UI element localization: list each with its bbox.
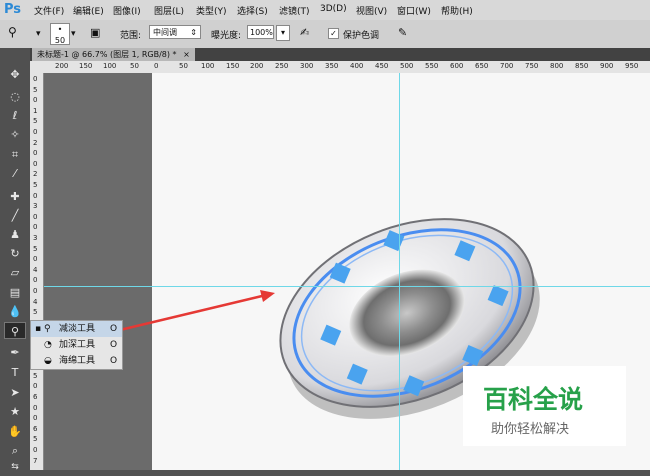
dodge-icon: ⚲: [44, 324, 51, 334]
flyout-item-label: 减淡工具: [59, 324, 96, 334]
flyout-item-sponge[interactable]: ◒ 海绵工具 O: [31, 353, 122, 369]
flyout-shortcut: O: [110, 356, 118, 366]
flyout-item-label: 海绵工具: [59, 356, 96, 366]
flyout-item-label: 加深工具: [59, 340, 96, 350]
sponge-icon: ◒: [44, 356, 52, 366]
tool-flyout-menu: ▪ ⚲ 减淡工具 O ◔ 加深工具 O ◒ 海绵工具 O: [30, 320, 123, 370]
watermark-tagline: 助你轻松解决: [491, 422, 570, 437]
burn-icon: ◔: [44, 340, 52, 350]
flyout-shortcut: O: [110, 324, 118, 334]
watermark-logo: 百科全说: [483, 385, 584, 414]
flyout-shortcut: O: [110, 340, 118, 350]
flyout-item-dodge[interactable]: ▪ ⚲ 减淡工具 O: [31, 321, 122, 337]
watermark: 百科全说 助你轻松解决: [463, 366, 626, 446]
flyout-item-burn[interactable]: ◔ 加深工具 O: [31, 337, 122, 353]
selected-bullet-icon: ▪: [35, 324, 42, 334]
